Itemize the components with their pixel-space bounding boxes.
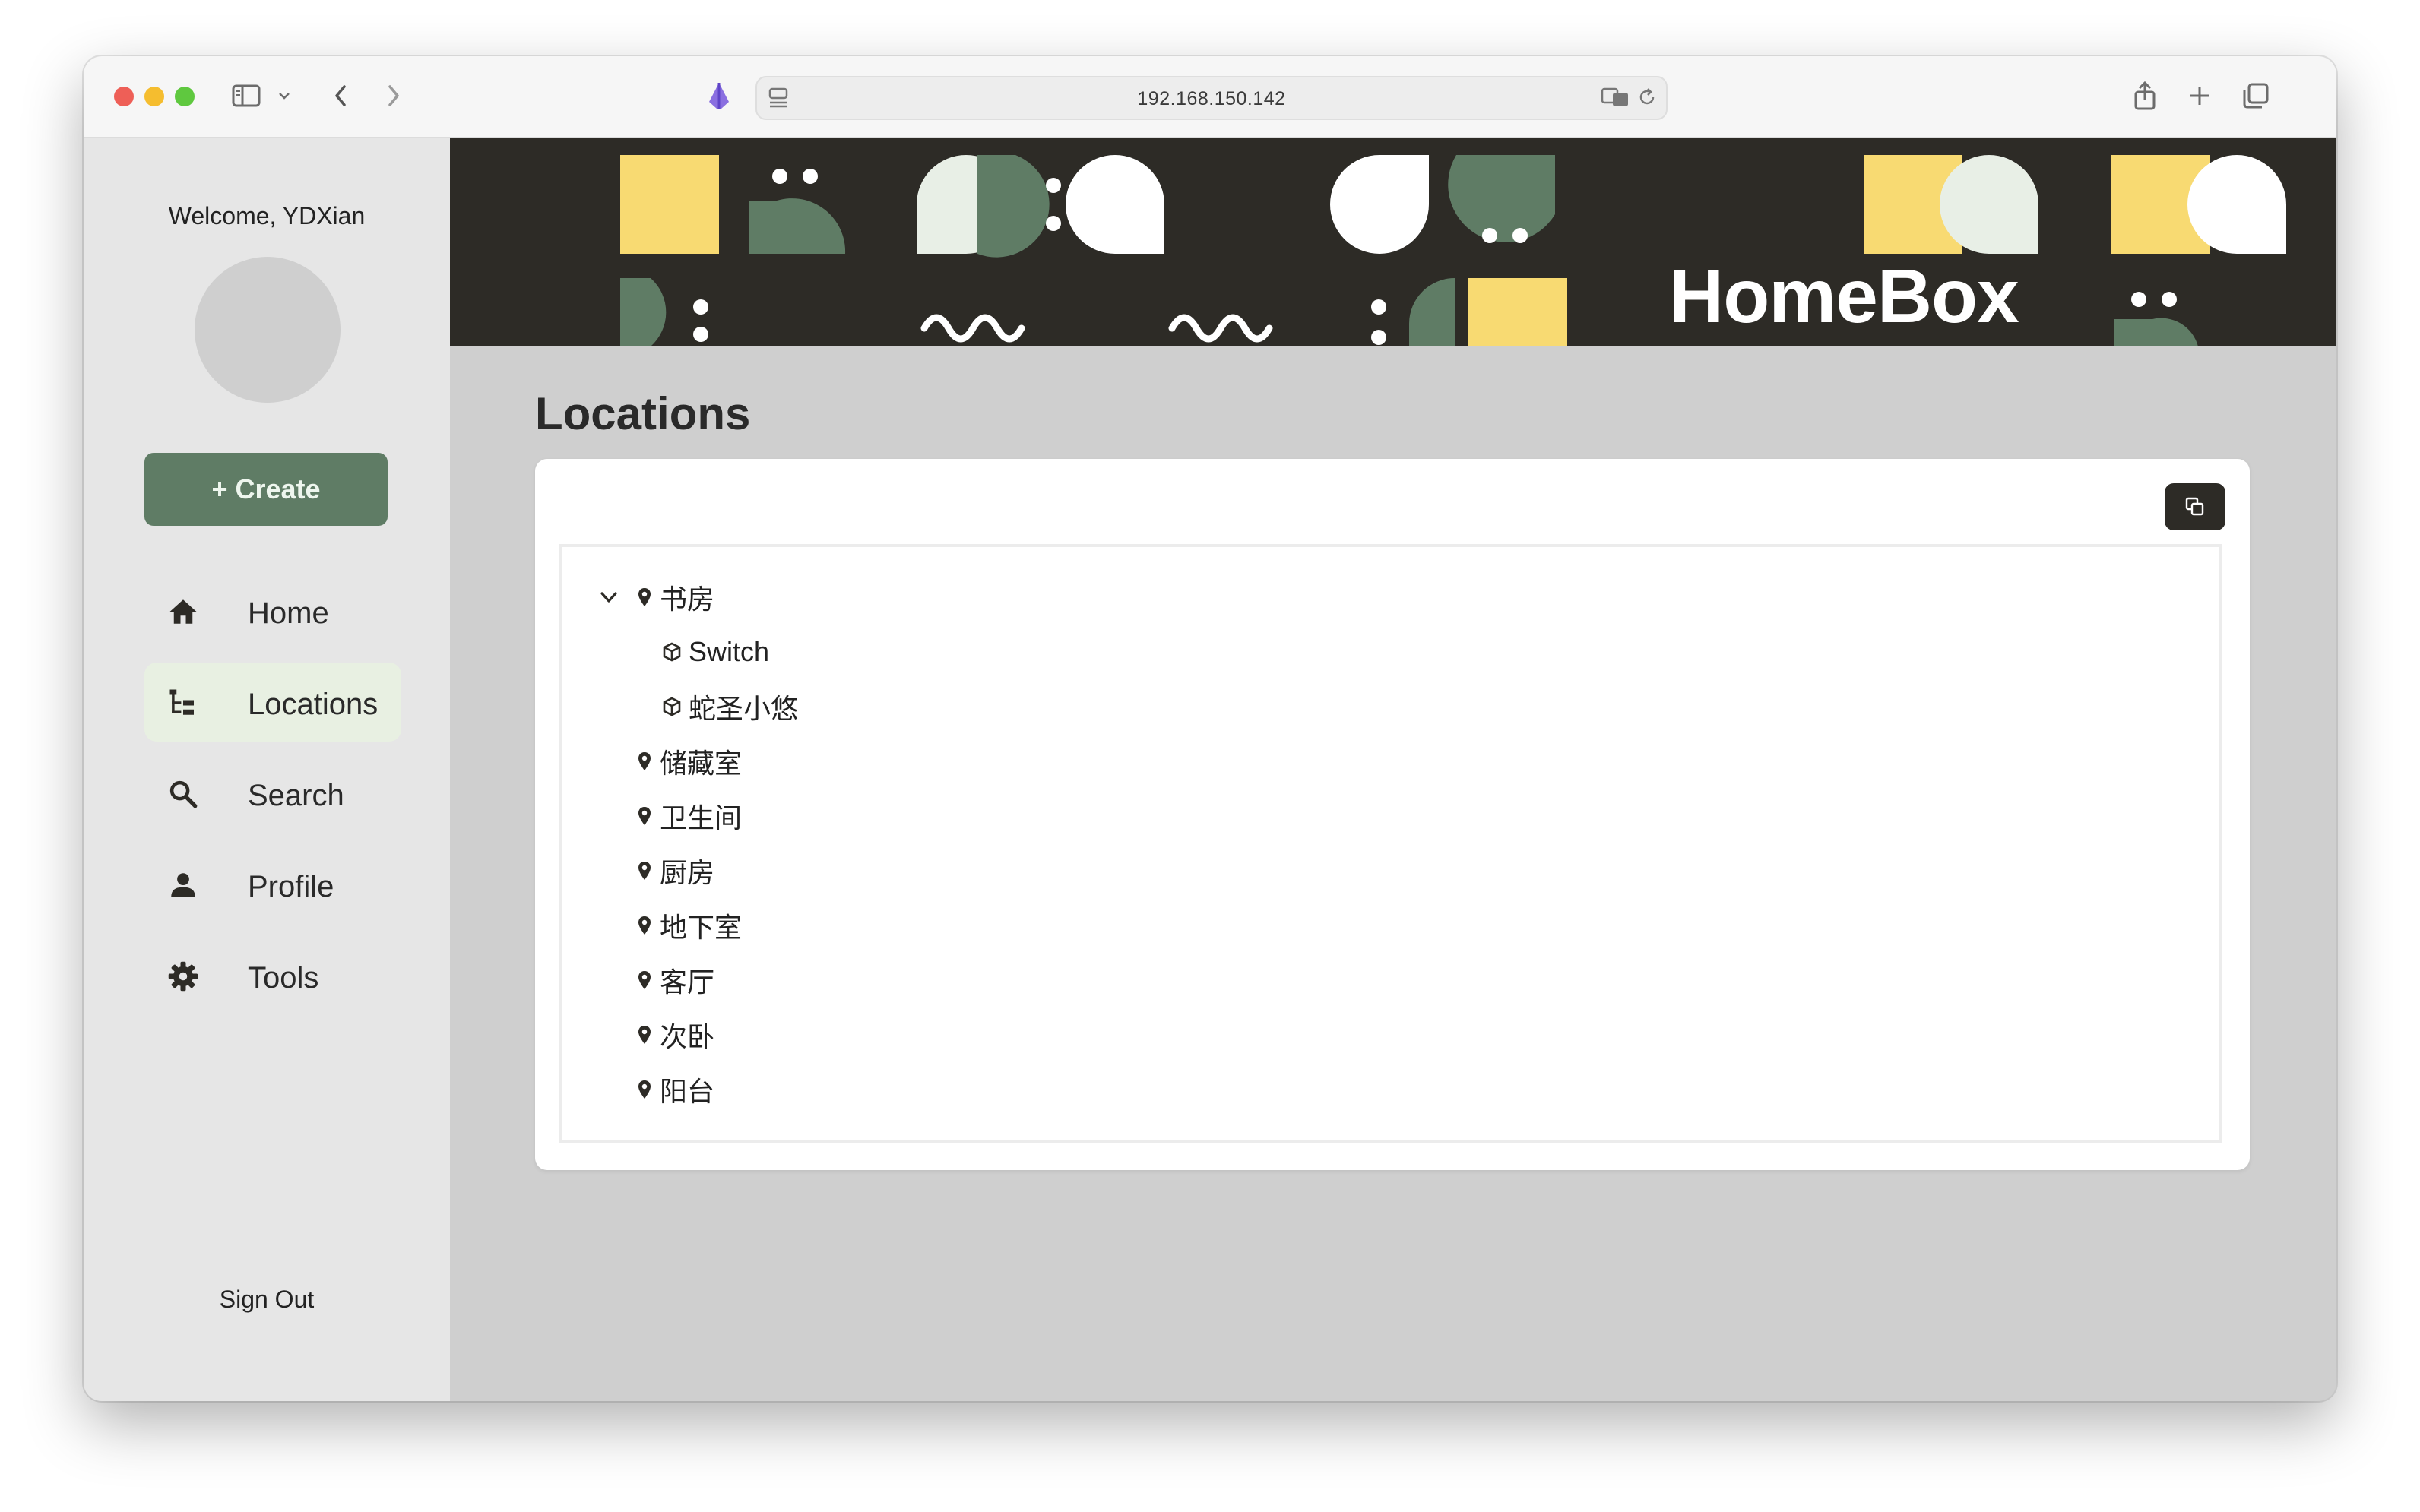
chevron-down-icon[interactable] xyxy=(597,586,620,609)
avatar xyxy=(195,257,341,403)
sidebar-item-locations[interactable]: Locations xyxy=(144,663,401,742)
map-pin-icon xyxy=(638,862,651,880)
sidebar-item-label: Locations xyxy=(248,688,379,721)
map-pin-icon xyxy=(638,807,651,825)
sidebar-item-tools[interactable]: Tools xyxy=(144,936,401,1015)
map-pin-icon xyxy=(638,1026,651,1044)
browser-window: 192.168.150.142 Welcome, YDXian + Create… xyxy=(84,56,2336,1401)
homebox-banner: HomeBox xyxy=(450,138,2336,346)
forward-arrow-icon[interactable] xyxy=(377,79,410,112)
sidebar-item-profile[interactable]: Profile xyxy=(144,845,401,924)
tree-node[interactable]: 储藏室 xyxy=(635,739,742,784)
address-bar[interactable]: 192.168.150.142 xyxy=(755,76,1668,120)
map-pin-icon xyxy=(638,1080,651,1099)
share-icon[interactable] xyxy=(2128,79,2162,112)
tree-node-label: 地下室 xyxy=(660,912,743,943)
tab-overview-icon[interactable] xyxy=(2239,79,2273,112)
close-window-button[interactable] xyxy=(114,87,134,106)
chevron-down-icon[interactable] xyxy=(268,79,301,112)
tree-node-label: 蛇圣小悠 xyxy=(689,693,799,724)
sidebar-item-label: Tools xyxy=(248,961,319,995)
map-pin-icon xyxy=(638,916,651,935)
search-icon xyxy=(169,780,198,808)
sign-out-button[interactable]: Sign Out xyxy=(84,1286,450,1314)
minimize-window-button[interactable] xyxy=(144,87,164,106)
locations-tree: 书房 Switch 蛇圣小悠 储藏室 卫生间 厨房 地下室 客厅 次卧 阳台 xyxy=(559,544,2222,1143)
tree-node[interactable]: 次卧 xyxy=(635,1012,714,1058)
homebox-logo: HomeBox xyxy=(1669,254,2019,339)
person-icon xyxy=(171,873,195,897)
map-pin-icon xyxy=(638,971,651,989)
new-tab-icon[interactable] xyxy=(2183,79,2216,112)
tree-node-label: 次卧 xyxy=(660,1021,715,1052)
sidebar-item-label: Search xyxy=(248,779,344,812)
gear-icon xyxy=(168,961,198,992)
extension-icon[interactable] xyxy=(702,79,736,112)
app-sidebar: Welcome, YDXian + Create Home Locations … xyxy=(84,138,450,1401)
map-pin-icon xyxy=(638,588,651,606)
sidebar-item-home[interactable]: Home xyxy=(144,571,401,650)
tree-node[interactable]: 厨房 xyxy=(635,848,714,894)
tree-node-label: 客厅 xyxy=(660,966,715,998)
create-button[interactable]: + Create xyxy=(144,453,388,526)
home-icon xyxy=(169,599,197,624)
zoom-window-button[interactable] xyxy=(175,87,195,106)
tree-node-label: 储藏室 xyxy=(660,748,743,779)
back-arrow-icon[interactable] xyxy=(324,79,357,112)
sidebar-item-label: Profile xyxy=(248,870,334,903)
browser-titlebar: 192.168.150.142 xyxy=(84,56,2336,138)
tree-node-label: 阳台 xyxy=(660,1076,715,1107)
tree-node[interactable]: Switch xyxy=(661,629,769,675)
locations-tree-icon xyxy=(169,689,194,715)
item-box-icon xyxy=(663,642,681,662)
item-box-icon xyxy=(663,697,681,716)
tree-node[interactable]: 书房 xyxy=(597,574,714,620)
tree-node[interactable]: 地下室 xyxy=(635,903,742,948)
tree-node[interactable]: 阳台 xyxy=(635,1067,714,1112)
welcome-text: Welcome, YDXian xyxy=(168,202,366,229)
page-title: Locations xyxy=(535,388,751,439)
sidebar-item-search[interactable]: Search xyxy=(144,754,401,833)
copy-icon xyxy=(2185,497,2204,516)
tree-node-label: Switch xyxy=(689,636,770,667)
tree-node-label: 卫生间 xyxy=(660,802,743,833)
tree-node-label: 书房 xyxy=(660,584,715,615)
tree-node[interactable]: 卫生间 xyxy=(635,793,742,839)
tree-node[interactable]: 蛇圣小悠 xyxy=(661,684,798,729)
locations-card: 书房 Switch 蛇圣小悠 储藏室 卫生间 厨房 地下室 客厅 次卧 阳台 xyxy=(535,459,2250,1170)
tree-node[interactable]: 客厅 xyxy=(635,957,714,1003)
tree-node-label: 厨房 xyxy=(660,857,715,888)
translate-icon[interactable] xyxy=(1601,87,1630,112)
copy-tree-button[interactable] xyxy=(2165,483,2225,530)
url-text[interactable]: 192.168.150.142 xyxy=(757,88,1666,110)
map-pin-icon xyxy=(638,752,651,770)
reload-icon[interactable] xyxy=(1637,87,1657,111)
sidebar-toggle-icon[interactable] xyxy=(230,79,263,112)
sidebar-item-label: Home xyxy=(248,596,329,630)
banner-pattern xyxy=(620,155,2286,346)
